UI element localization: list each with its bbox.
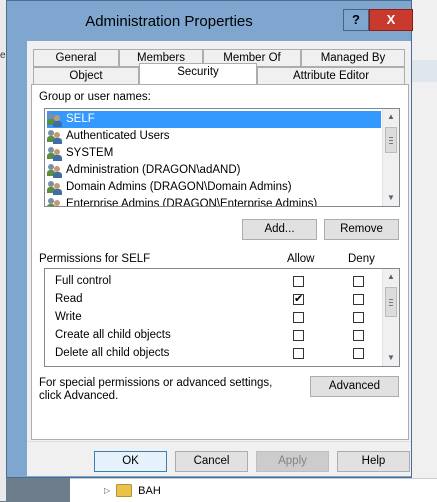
group-list-item[interactable]: Authenticated Users bbox=[47, 128, 381, 145]
deny-checkbox[interactable] bbox=[353, 348, 364, 359]
remove-button[interactable]: Remove bbox=[324, 219, 399, 240]
deny-checkbox[interactable] bbox=[353, 276, 364, 287]
group-list-item[interactable]: Administration (DRAGON\adAND) bbox=[47, 162, 381, 179]
tree-item[interactable]: ▷ BAH bbox=[104, 484, 161, 497]
group-name: SYSTEM bbox=[66, 147, 114, 159]
allow-checkbox[interactable] bbox=[293, 292, 304, 305]
special-permissions-text: For special permissions or advanced sett… bbox=[39, 377, 273, 402]
background-window-right bbox=[412, 0, 437, 501]
allow-header: Allow bbox=[287, 253, 315, 265]
folder-icon bbox=[116, 484, 133, 497]
group-list-item[interactable]: Enterprise Admins (DRAGON\Enterprise Adm… bbox=[47, 196, 381, 207]
allow-checkbox[interactable] bbox=[293, 312, 304, 323]
properties-dialog: Administration Properties ? X General Me… bbox=[6, 0, 413, 478]
permission-row: Read bbox=[55, 293, 83, 305]
group-name: Enterprise Admins (DRAGON\Enterprise Adm… bbox=[66, 198, 318, 207]
allow-checkbox[interactable] bbox=[293, 348, 304, 359]
help-title-button[interactable]: ? bbox=[343, 9, 369, 31]
group-list-scrollbar[interactable]: ▲ ▼ bbox=[382, 109, 399, 206]
deny-header: Deny bbox=[348, 253, 375, 265]
deny-checkbox[interactable] bbox=[353, 312, 364, 323]
scroll-up-icon[interactable]: ▲ bbox=[383, 109, 399, 125]
group-name: Administration (DRAGON\adAND) bbox=[66, 164, 241, 176]
permissions-label: Permissions for SELF bbox=[39, 253, 151, 265]
group-names-label: Group or user names: bbox=[39, 91, 151, 103]
deny-checkbox[interactable] bbox=[353, 294, 364, 305]
security-panel: Group or user names: SELF Authenticated U… bbox=[31, 84, 409, 440]
permissions-list[interactable]: Full control Read Write Create all child ob… bbox=[44, 268, 400, 367]
background-tree: ▷ BAH bbox=[70, 478, 437, 502]
tab-attribute-editor[interactable]: Attribute Editor bbox=[257, 67, 405, 85]
users-icon bbox=[47, 146, 63, 161]
dialog-client: General Members Member Of Managed By Obj… bbox=[27, 41, 411, 476]
tab-managed-by[interactable]: Managed By bbox=[301, 49, 405, 67]
allow-checkbox[interactable] bbox=[293, 330, 304, 341]
group-name: Domain Admins (DRAGON\Domain Admins) bbox=[66, 181, 292, 193]
allow-checkbox[interactable] bbox=[293, 276, 304, 287]
permissions-scrollbar[interactable]: ▲ ▼ bbox=[382, 269, 399, 366]
users-icon bbox=[47, 197, 63, 206]
group-list-item[interactable]: Domain Admins (DRAGON\Domain Admins) bbox=[47, 179, 381, 196]
close-button[interactable]: X bbox=[369, 9, 413, 31]
dialog-footer: OK Cancel Apply Help bbox=[27, 441, 411, 476]
users-icon bbox=[47, 112, 63, 127]
tab-security[interactable]: Security bbox=[139, 63, 257, 84]
group-list-item[interactable]: SYSTEM bbox=[47, 145, 381, 162]
scroll-up-icon[interactable]: ▲ bbox=[383, 269, 399, 285]
tree-item-label: BAH bbox=[138, 484, 161, 497]
group-list-item[interactable]: SELF bbox=[47, 111, 381, 128]
permission-row: Delete all child objects bbox=[55, 347, 170, 359]
permission-row: Create all child objects bbox=[55, 329, 171, 341]
tab-object[interactable]: Object bbox=[33, 67, 139, 85]
group-name: SELF bbox=[66, 113, 95, 125]
permission-row: Full control bbox=[55, 275, 112, 287]
apply-button[interactable]: Apply bbox=[256, 451, 329, 472]
users-icon bbox=[47, 129, 63, 144]
group-name: Authenticated Users bbox=[66, 130, 170, 142]
help-button[interactable]: Help bbox=[337, 451, 410, 472]
advanced-button[interactable]: Advanced bbox=[310, 376, 399, 397]
ok-button[interactable]: OK bbox=[94, 451, 167, 472]
scroll-thumb[interactable] bbox=[385, 287, 397, 317]
users-icon bbox=[47, 163, 63, 178]
tab-general[interactable]: General bbox=[33, 49, 119, 67]
scroll-thumb[interactable] bbox=[385, 127, 397, 153]
title-bar[interactable]: Administration Properties ? X bbox=[7, 1, 413, 41]
scroll-down-icon[interactable]: ▼ bbox=[383, 190, 399, 206]
scroll-down-icon[interactable]: ▼ bbox=[383, 350, 399, 366]
deny-checkbox[interactable] bbox=[353, 330, 364, 341]
window-title: Administration Properties bbox=[85, 13, 253, 30]
group-list[interactable]: SELF Authenticated Users SYSTEM Administrat… bbox=[44, 108, 400, 207]
cancel-button[interactable]: Cancel bbox=[175, 451, 248, 472]
add-button[interactable]: Add... bbox=[242, 219, 317, 240]
expand-arrow-icon[interactable]: ▷ bbox=[104, 486, 110, 495]
users-icon bbox=[47, 180, 63, 195]
permission-row: Write bbox=[55, 311, 82, 323]
